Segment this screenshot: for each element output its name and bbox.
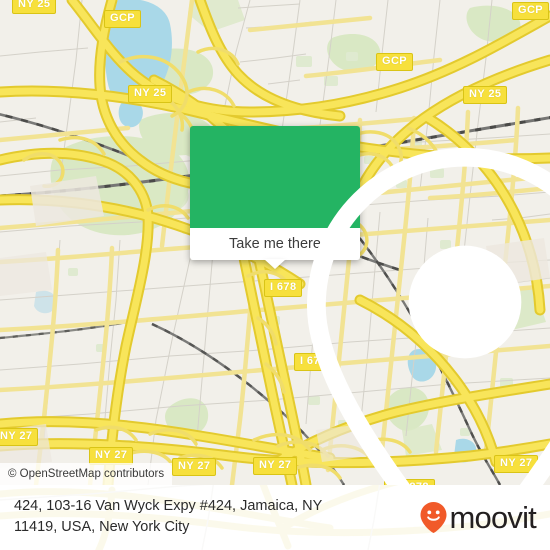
map-canvas[interactable]: NY 25 GCP GCP GCP NY 25 NY 25 I 678 I 678 NY 27 N… bbox=[0, 0, 550, 485]
address-line-2: 11419, USA, New York City bbox=[14, 519, 190, 535]
address-line-1: 424, 103-16 Van Wyck Expy #424, Jamaica,… bbox=[14, 498, 323, 514]
moovit-wordmark: moovit bbox=[449, 500, 536, 535]
road-shield: NY 25 bbox=[463, 86, 508, 104]
location-popup-card[interactable]: Take me there bbox=[190, 126, 550, 485]
road-shield: NY 27 bbox=[0, 428, 39, 446]
moovit-logo[interactable]: moovit bbox=[419, 500, 537, 535]
popup-icon-panel bbox=[190, 126, 550, 485]
address-text: 424, 103-16 Van Wyck Expy #424, Jamaica,… bbox=[14, 496, 394, 538]
map-attribution: © OpenStreetMap contributors bbox=[0, 463, 173, 485]
location-pin-icon bbox=[306, 147, 550, 485]
attribution-text: © OpenStreetMap contributors bbox=[8, 468, 165, 480]
moovit-map-screenshot: NY 25 GCP GCP GCP NY 25 NY 25 I 678 I 678 NY 27 N… bbox=[0, 0, 550, 550]
road-shield: NY 25 bbox=[128, 85, 173, 103]
popup-tail bbox=[264, 259, 286, 269]
road-shield: GCP bbox=[104, 10, 142, 28]
moovit-smile-pin-icon bbox=[420, 502, 447, 533]
road-shield: GCP bbox=[512, 2, 550, 20]
road-shield: NY 25 bbox=[12, 0, 57, 14]
road-shield: GCP bbox=[376, 53, 414, 71]
footer-bar: 424, 103-16 Van Wyck Expy #424, Jamaica,… bbox=[0, 485, 550, 550]
